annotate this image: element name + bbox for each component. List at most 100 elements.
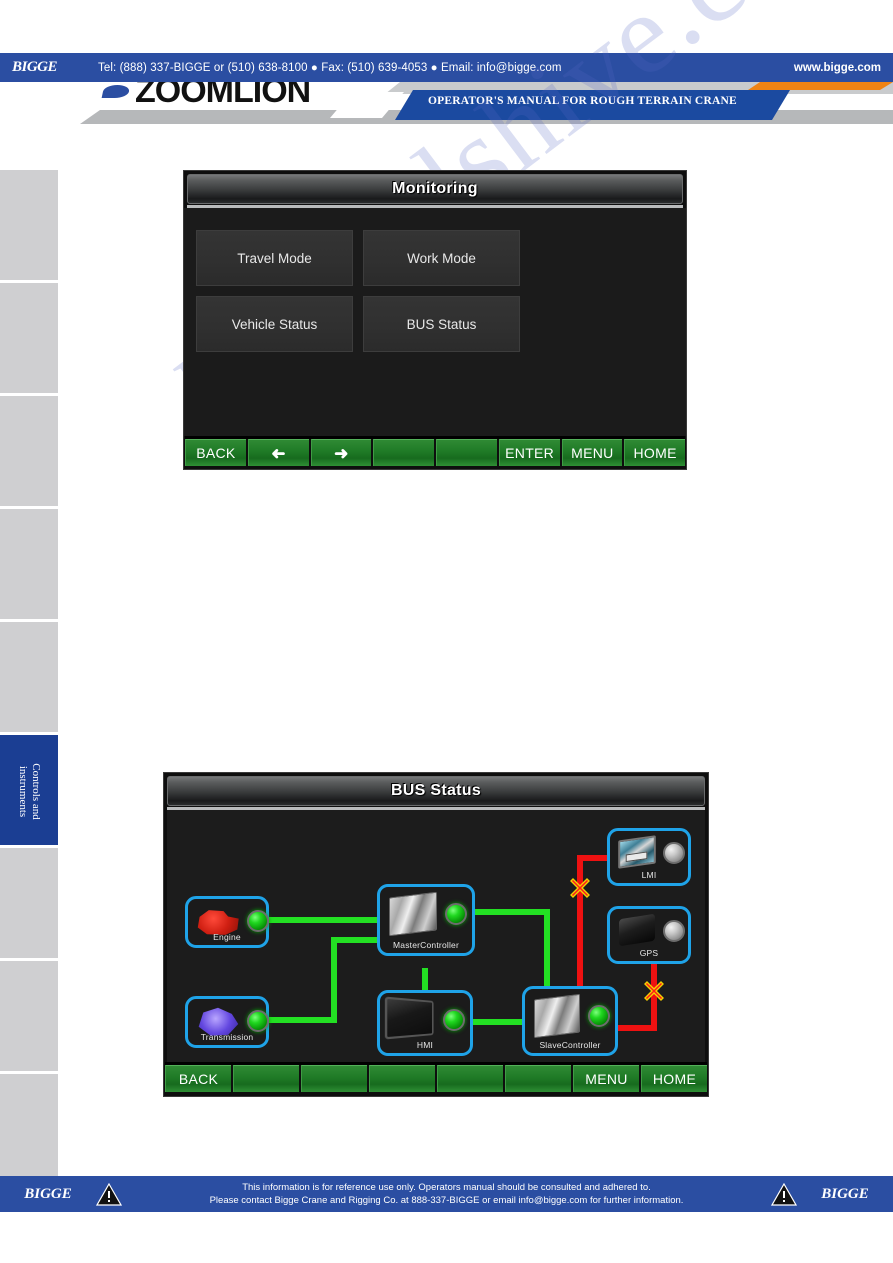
footer-bar: BIGGE This information is for reference … bbox=[0, 1176, 893, 1212]
node-hmi[interactable]: HMI bbox=[377, 990, 473, 1056]
footer-line-1: This information is for reference use on… bbox=[242, 1182, 651, 1193]
status-led-engine bbox=[247, 910, 269, 932]
status-led-slave-controller bbox=[588, 1005, 610, 1027]
sidebar-item-8[interactable] bbox=[0, 961, 58, 1074]
softkey-blank-5[interactable] bbox=[437, 1065, 503, 1092]
hmi-display-icon bbox=[384, 996, 437, 1040]
sidebar-item-1[interactable] bbox=[0, 170, 58, 283]
header-website-link[interactable]: www.bigge.com bbox=[794, 62, 881, 74]
sidebar-item-controls-and-instruments[interactable]: Controls and instruments bbox=[0, 735, 58, 848]
node-engine[interactable]: Engine bbox=[185, 896, 269, 948]
zoomlion-banner: ZOOMLION OPERATOR'S MANUAL FOR ROUGH TER… bbox=[0, 82, 893, 124]
node-label: Engine bbox=[213, 932, 241, 942]
status-led-transmission bbox=[247, 1010, 269, 1032]
tile-travel-mode[interactable]: Travel Mode bbox=[196, 230, 353, 286]
sidebar-item-5[interactable] bbox=[0, 622, 58, 735]
tile-label: Work Mode bbox=[407, 250, 476, 266]
sidebar-item-4[interactable] bbox=[0, 509, 58, 622]
softkey-label: HOME bbox=[633, 445, 677, 461]
softkey-right[interactable]: ➜ bbox=[310, 439, 372, 466]
softkey-menu[interactable]: MENU bbox=[573, 1065, 639, 1092]
sidebar-item-label: Controls and instruments bbox=[17, 763, 42, 820]
node-label: GPS bbox=[639, 948, 659, 958]
bus-status-body: Engine Transmission MasterController HMI bbox=[167, 810, 705, 1062]
status-led-master-controller bbox=[445, 903, 467, 925]
node-master-controller[interactable]: MasterController bbox=[377, 884, 475, 956]
softkey-home[interactable]: HOME bbox=[624, 439, 685, 466]
status-led-lmi bbox=[663, 842, 685, 864]
footer-line-2: Please contact Bigge Crane and Rigging C… bbox=[209, 1195, 684, 1206]
sidebar-item-9[interactable] bbox=[0, 1074, 58, 1187]
header-contact-text: Tel: (888) 337-BIGGE or (510) 638-8100 ●… bbox=[98, 61, 562, 74]
tile-work-mode[interactable]: Work Mode bbox=[363, 230, 520, 286]
node-label: LMI bbox=[641, 870, 657, 880]
page-title: Monitoring bbox=[392, 180, 478, 197]
softkey-label: MENU bbox=[571, 445, 614, 461]
sidebar-item-3[interactable] bbox=[0, 396, 58, 509]
softkey-blank-6[interactable] bbox=[505, 1065, 571, 1092]
softkey-label: HOME bbox=[652, 1071, 697, 1087]
warning-triangle-icon-right bbox=[771, 1182, 797, 1206]
softkey-blank-4[interactable] bbox=[369, 1065, 435, 1092]
monitoring-tile-grid: Travel Mode Work Mode Vehicle Status BUS… bbox=[184, 208, 686, 418]
bigge-logo-footer-right: BIGGE bbox=[821, 1185, 869, 1202]
status-led-gps bbox=[663, 920, 685, 942]
tile-vehicle-status[interactable]: Vehicle Status bbox=[196, 296, 353, 352]
monitoring-title-bar: Monitoring bbox=[187, 174, 683, 204]
tile-bus-status[interactable]: BUS Status bbox=[363, 296, 520, 352]
softkey-blank-4[interactable] bbox=[373, 439, 434, 466]
master-controller-icon bbox=[387, 891, 439, 937]
zoomlion-wordmark: ZOOMLION bbox=[135, 82, 311, 110]
bigge-logo-footer-left: BIGGE bbox=[24, 1185, 72, 1202]
node-slave-controller[interactable]: SlaveController bbox=[522, 986, 618, 1056]
node-transmission[interactable]: Transmission bbox=[185, 996, 269, 1048]
lmi-module-icon bbox=[617, 835, 657, 869]
softkey-label: BACK bbox=[196, 445, 236, 461]
link-transmission-master bbox=[267, 937, 379, 1023]
sidebar-tabs: Controls and instruments bbox=[0, 170, 58, 1187]
status-led-hmi bbox=[443, 1009, 465, 1031]
tile-spacer bbox=[363, 362, 520, 418]
tile-label: Travel Mode bbox=[237, 250, 312, 266]
sidebar-item-2[interactable] bbox=[0, 283, 58, 396]
page-title: BUS Status bbox=[390, 782, 482, 799]
sidebar-item-7[interactable] bbox=[0, 848, 58, 961]
softkey-back[interactable]: BACK bbox=[185, 439, 246, 466]
banner-subtitle: OPERATOR'S MANUAL FOR ROUGH TERRAIN CRAN… bbox=[428, 95, 737, 107]
node-label: Transmission bbox=[200, 1032, 254, 1042]
softkey-label: BACK bbox=[178, 1071, 219, 1087]
fault-x-icon-gps bbox=[644, 981, 664, 1001]
arrow-left-icon: ➜ bbox=[271, 443, 286, 463]
softkey-left[interactable]: ➜ bbox=[247, 439, 309, 466]
monitoring-body: Travel Mode Work Mode Vehicle Status BUS… bbox=[184, 208, 686, 436]
softkey-label: ENTER bbox=[505, 445, 555, 461]
link-master-slave bbox=[475, 909, 550, 990]
monitoring-softkey-bar: BACK ➜ ➜ ENTER MENU HOME bbox=[185, 439, 685, 466]
node-gps[interactable]: GPS bbox=[607, 906, 691, 964]
softkey-menu[interactable]: MENU bbox=[561, 439, 623, 466]
footer-disclaimer: This information is for reference use on… bbox=[144, 1181, 749, 1207]
slave-controller-icon bbox=[532, 993, 582, 1039]
tile-label: Vehicle Status bbox=[231, 316, 318, 332]
softkey-blank-3[interactable] bbox=[301, 1065, 367, 1092]
node-label: MasterController bbox=[392, 940, 460, 950]
arrow-right-icon: ➜ bbox=[334, 443, 349, 463]
fault-x-icon-lmi bbox=[570, 878, 590, 898]
header-contact-bar: BIGGE Tel: (888) 337-BIGGE or (510) 638-… bbox=[0, 53, 893, 82]
bus-status-screen: BUS Status Engine Transmission MasterCon… bbox=[163, 772, 709, 1097]
tile-spacer bbox=[196, 362, 353, 418]
node-lmi[interactable]: LMI bbox=[607, 828, 691, 886]
softkey-blank-5[interactable] bbox=[436, 439, 497, 466]
softkey-blank-2[interactable] bbox=[233, 1065, 299, 1092]
bigge-logo-header: BIGGE bbox=[12, 59, 58, 75]
monitoring-screen: Monitoring Travel Mode Work Mode Vehicle… bbox=[183, 170, 687, 470]
bus-status-title-bar: BUS Status bbox=[167, 776, 705, 806]
node-label: SlaveController bbox=[539, 1040, 601, 1050]
softkey-back[interactable]: BACK bbox=[165, 1065, 231, 1092]
softkey-enter[interactable]: ENTER bbox=[498, 439, 560, 466]
bus-diagram: Engine Transmission MasterController HMI bbox=[167, 810, 705, 1062]
softkey-home[interactable]: HOME bbox=[641, 1065, 707, 1092]
node-label: HMI bbox=[416, 1040, 434, 1050]
gps-module-icon bbox=[617, 913, 657, 947]
softkey-label: MENU bbox=[585, 1071, 628, 1087]
